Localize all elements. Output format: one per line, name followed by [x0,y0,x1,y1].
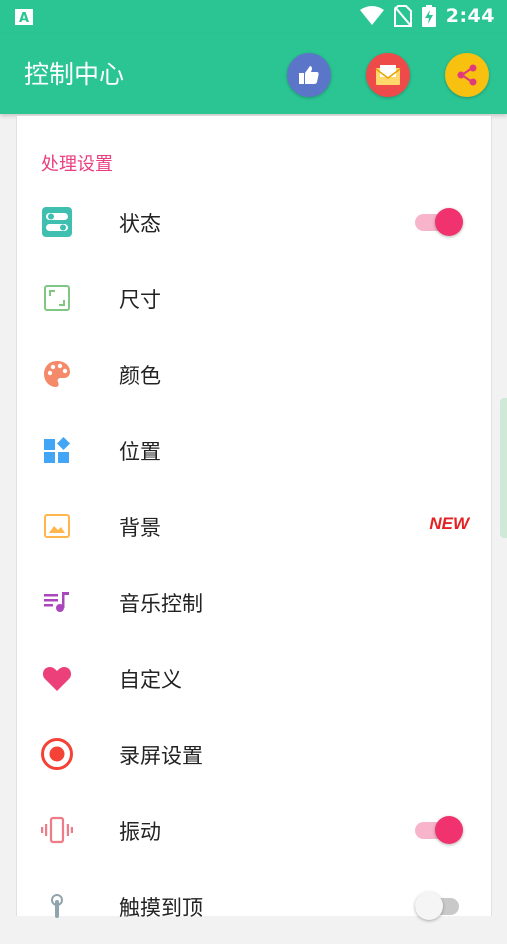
setting-row-status[interactable]: 状态 [17,184,491,260]
setting-label-touch-top: 触摸到顶 [119,896,203,920]
setting-label-background: 背景 [119,516,161,540]
setting-label-size: 尺寸 [119,288,161,312]
setting-label-screen-record: 录屏设置 [119,744,203,768]
touch-icon [39,888,75,924]
setting-row-position[interactable]: 位置 [17,412,491,488]
aspect-ratio-icon [39,280,75,316]
like-button[interactable] [287,53,331,97]
setting-row-vibration[interactable]: 振动 [17,792,491,868]
mail-button[interactable] [366,53,410,97]
no-sim-icon [393,5,412,27]
clock-time: 2:44 [445,5,495,27]
palette-icon [39,356,75,392]
touch-top-toggle[interactable] [415,892,465,920]
setting-label-status: 状态 [119,212,161,236]
widgets-icon [39,432,75,468]
setting-row-screen-record[interactable]: 录屏设置 [17,716,491,792]
a-notification-icon: A [15,9,33,26]
queue-music-icon [39,584,75,620]
mail-icon [375,65,401,85]
setting-row-music[interactable]: 音乐控制 [17,564,491,640]
app-bar: 控制中心 [0,34,507,114]
setting-label-position: 位置 [119,440,161,464]
setting-label-music: 音乐控制 [119,592,203,616]
setting-label-vibration: 振动 [119,820,161,844]
setting-label-color: 颜色 [119,364,161,388]
new-badge: NEW [429,514,469,533]
share-icon [457,64,477,86]
heart-icon [39,660,75,696]
scroll-indicator[interactable] [500,398,507,538]
settings-card: 处理设置 状态 尺寸 颜色 位置 背景 NEW 音乐控制 自定义 录屏设置 振动… [16,116,492,920]
setting-row-custom[interactable]: 自定义 [17,640,491,716]
battery-charging-icon [421,5,436,27]
status-bar: A 2:44 [0,0,507,34]
share-button[interactable] [445,53,489,97]
thumbs-up-icon [299,66,319,84]
wifi-icon [359,6,384,25]
setting-row-background[interactable]: 背景 NEW [17,488,491,564]
toggle-panel-icon [39,204,75,240]
vibration-icon [39,812,75,848]
setting-row-color[interactable]: 颜色 [17,336,491,412]
record-icon [39,736,75,772]
section-title: 处理设置 [41,154,113,175]
status-toggle[interactable] [415,208,465,236]
setting-row-touch-top[interactable]: 触摸到顶 [17,868,491,944]
setting-label-custom: 自定义 [119,668,182,692]
svg-text:A: A [19,11,29,26]
image-icon [39,508,75,544]
vibration-toggle[interactable] [415,816,465,844]
page-title: 控制中心 [24,60,125,89]
setting-row-size[interactable]: 尺寸 [17,260,491,336]
